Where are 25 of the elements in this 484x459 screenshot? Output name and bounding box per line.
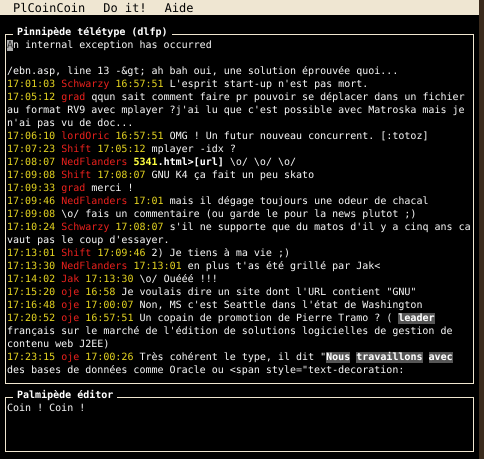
panel-title: Palmipède éditor bbox=[16, 390, 114, 402]
menu-item[interactable]: Do it! bbox=[103, 0, 147, 14]
chat-post: 17:07:23 Shift 17:05:12 mplayer -idx ? bbox=[7, 143, 237, 156]
chat-post: 17:14:02 Jak 17:13:30 \o/ Ouééé !!! bbox=[7, 273, 219, 286]
chat-post: 17:09:33 grad merci ! bbox=[7, 182, 134, 195]
chat-post: 17:10:24 Schwarzy 17:08:07 s'il ne supporte que du matos d'il y a cinq ans ca vaut pas le coup d'essayer. bbox=[7, 221, 472, 247]
menu-item[interactable]: PlCoinCoin bbox=[13, 0, 86, 14]
chat-post: 17:09:08 \o/ fais un commentaire (ou garde le pour la news plutot ;) bbox=[7, 208, 418, 221]
chat-post: 17:23:15 oje 17:00:26 Très cohérent le type, il dit "Nous travaillons avec des bases de données comme Oracle ou <span style="text-decoration: bbox=[7, 351, 454, 377]
message-input[interactable]: Coin ! Coin ! bbox=[5, 402, 474, 452]
chat-post: 17:05:12 grad qqun sait comment faire pr pouvoir se déplacer dans un fichier au format RV9 avec mplayer ?j'ai lu que c'est possible avec Matroska mais je n'ai pas vu de doc... bbox=[7, 91, 466, 130]
chat-post: 17:15:20 oje 16:58 Je voulais dire un site dont l'URL contient "GNU" bbox=[7, 286, 418, 299]
chat-post: 17:01:03 Schwarzy 16:57:51 L'esprit start-up n'est pas mort. bbox=[7, 78, 370, 91]
chat-post: 17:09:46 NedFlanders 17:01 mais il dégage toujours une odeur de chacal bbox=[7, 195, 430, 208]
chat-post: 17:09:08 Shift 17:08:07 GNU K4 ça fait un peu skato bbox=[7, 169, 316, 182]
panel-title: Pinnipède télétype (dlfp) bbox=[16, 27, 169, 39]
chat-post: 17:13:30 NedFlanders 17:13:01 en plus t'as été grillé par Jak< bbox=[7, 260, 382, 273]
output-text: /ebn.asp, line 13 -&gt; ah bah oui, une solution éprouvée quoi... bbox=[7, 66, 398, 77]
chat-post: 17:13:01 Shift 17:09:46 2) Je tiens à ma vie ;) bbox=[7, 247, 292, 260]
chat-post: 17:16:48 oje 17:00:07 Non, MS c'est Seattle dans l'état de Washington bbox=[7, 299, 424, 312]
output-text: An internal exception has occurred bbox=[7, 40, 212, 51]
menu-item[interactable]: Aide bbox=[164, 0, 194, 14]
chat-post: 17:06:10 lordOric 16:57:51 OMG ! Un futur nouveau concurrent. [:totoz] bbox=[7, 130, 430, 143]
chat-post: 17:08:07 NedFlanders 5341.html>[url] \o/ \o/ \o/ bbox=[7, 156, 298, 169]
chat-post: 17:20:52 oje 16:57:51 Un copain de promotion de Pierre Tramo ? ( leader français sur le marché de l'édition de solutions logicielles de gestion de contenu web J2EE) bbox=[7, 312, 454, 351]
